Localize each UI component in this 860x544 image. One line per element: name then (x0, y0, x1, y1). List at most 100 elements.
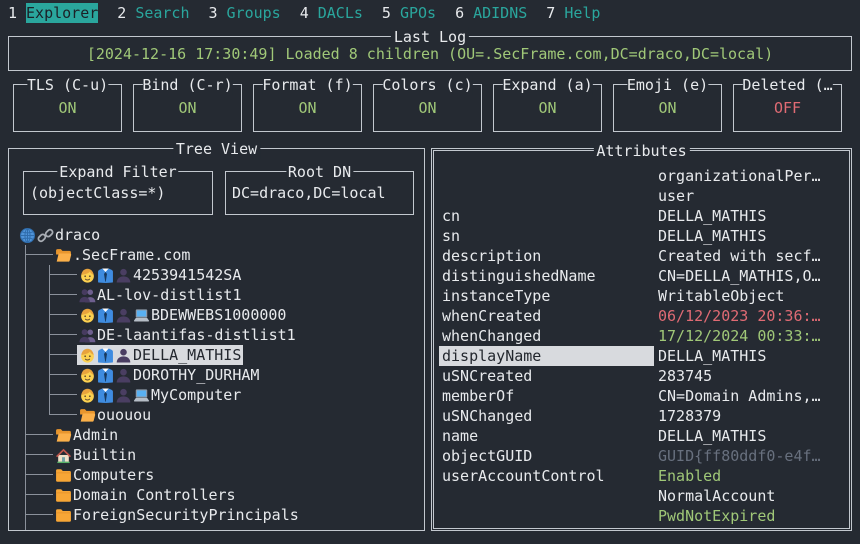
tree-node-mycomputer[interactable]: MyComputer (77, 385, 243, 405)
toggle-label: Emoji (e) (627, 75, 708, 95)
attribute-row-description[interactable]: descriptionCreated with secf… (437, 246, 846, 266)
tree-node-bdewwebs1000000[interactable]: BDEWWEBS1000000 (77, 305, 288, 325)
menu-item-search[interactable]: 2Search (117, 3, 189, 23)
attribute-key: instanceType (439, 286, 654, 306)
menu-bar: 1Explorer 2Search 3Groups 4DACLs 5GPOs 6ADIDN… (8, 3, 600, 23)
tree-node-dorothy-durham[interactable]: DOROTHY_DURHAM (77, 365, 261, 385)
attribute-value: DELLA_MATHIS (658, 426, 844, 446)
attribute-key: description (439, 246, 654, 266)
link-icon (37, 227, 54, 244)
tree-node-domain-controllers[interactable]: Domain Controllers (53, 485, 238, 505)
attribute-row-displayname[interactable]: displayNameDELLA_MATHIS (437, 346, 846, 366)
tree-node-label: ououou (97, 405, 151, 425)
tree-branch-line (25, 245, 26, 530)
toggle-deleted[interactable]: Deleted (…OFF (733, 84, 842, 132)
toggle-state: ON (614, 98, 721, 118)
tree-node-admin[interactable]: Admin (53, 425, 120, 445)
person-icon (79, 267, 96, 284)
toggle-expand[interactable]: Expand (a)ON (493, 84, 602, 132)
attribute-row-cn[interactable]: cnDELLA_MATHIS (437, 206, 846, 226)
menu-item-number: 2 (117, 3, 126, 23)
toggle-format[interactable]: Format (f)ON (253, 84, 362, 132)
attribute-key: whenCreated (439, 306, 654, 326)
tree-branch-line (49, 394, 77, 395)
root-dn-input[interactable]: Root DN DC=draco,DC=local (225, 171, 414, 215)
toggle-label: TLS (C-u) (27, 75, 108, 95)
tree-node-4253941542sa[interactable]: 4253941542SA (77, 265, 243, 285)
necktie-icon (97, 307, 114, 324)
attribute-row-value-0[interactable]: organizationalPer… (437, 166, 846, 186)
tree-node-content: .SecFrame.com (53, 245, 192, 265)
tree-node-della-mathis[interactable]: DELLA_MATHIS (77, 345, 243, 365)
attribute-row-whencreated[interactable]: whenCreated06/12/2023 20:36:… (437, 306, 846, 326)
folder-open-icon (55, 427, 72, 444)
expand-filter-input[interactable]: Expand Filter (objectClass=*) (23, 171, 213, 215)
tree-view-title: Tree View (173, 139, 260, 159)
tree-node-content: DE-laantifas-distlist1 (77, 325, 298, 345)
tree-node-draco[interactable]: draco (17, 225, 102, 245)
attribute-row-useraccountcontrol[interactable]: userAccountControlEnabled (437, 466, 846, 486)
toggle-label: Expand (a) (502, 75, 592, 95)
attribute-value: organizationalPer… (658, 166, 844, 186)
tree-node-de-laantifas-distlist1[interactable]: DE-laantifas-distlist1 (77, 325, 298, 345)
attribute-row-usncreated[interactable]: uSNCreated283745 (437, 366, 846, 386)
attribute-row-instancetype[interactable]: instanceTypeWritableObject (437, 286, 846, 306)
tree-node-computers[interactable]: Computers (53, 465, 156, 485)
menu-item-groups[interactable]: 3Groups (209, 3, 281, 23)
tree-node-secframe-com[interactable]: .SecFrame.com (53, 245, 192, 265)
attribute-key: sn (439, 226, 654, 246)
tree-branch-line (49, 334, 77, 335)
attribute-value: GUID{ff80ddf0-e4f… (658, 446, 844, 466)
laptop-icon (133, 387, 150, 404)
tree-node-content: DELLA_MATHIS (77, 345, 243, 365)
tree-branch-line (49, 265, 50, 415)
attribute-row-distinguishedname[interactable]: distinguishedNameCN=DELLA_MATHIS,O… (437, 266, 846, 286)
tree-node-content: Computers (53, 465, 156, 485)
attributes-title: Attributes (593, 141, 689, 161)
attribute-row-objectguid[interactable]: objectGUIDGUID{ff80ddf0-e4f… (437, 446, 846, 466)
tree-node-al-lov-distlist1[interactable]: AL-lov-distlist1 (77, 285, 244, 305)
menu-item-label: Groups (227, 3, 281, 23)
attribute-value: PwdNotExpired (658, 506, 844, 526)
attribute-row-sn[interactable]: snDELLA_MATHIS (437, 226, 846, 246)
bust-icon (115, 307, 132, 324)
menu-item-adidns[interactable]: 6ADIDNS (455, 3, 527, 23)
attribute-key (439, 186, 654, 206)
tree-node-label: Admin (73, 425, 118, 445)
tree-branch-line (25, 514, 53, 515)
attribute-row-usnchanged[interactable]: uSNChanged1728379 (437, 406, 846, 426)
toggle-tls[interactable]: TLS (C-u)ON (13, 84, 122, 132)
attribute-row-whenchanged[interactable]: whenChanged17/12/2024 00:33:… (437, 326, 846, 346)
menu-item-gpos[interactable]: 5GPOs (382, 3, 436, 23)
attribute-row-value-1[interactable]: user (437, 186, 846, 206)
attribute-key: memberOf (439, 386, 654, 406)
toggle-colors[interactable]: Colors (c)ON (373, 84, 482, 132)
tree-node-builtin[interactable]: Builtin (53, 445, 138, 465)
attribute-value: Created with secf… (658, 246, 844, 266)
tree-node-ououou[interactable]: ououou (77, 405, 153, 425)
attribute-row-value-16[interactable]: NormalAccount (437, 486, 846, 506)
tree-node-content: ououou (77, 405, 153, 425)
menu-item-explorer[interactable]: 1Explorer (8, 3, 98, 23)
tree-branch-line (25, 474, 53, 475)
tree-branch-line (25, 494, 53, 495)
attribute-value: 1728379 (658, 406, 844, 426)
toggle-state: ON (254, 98, 361, 118)
toggle-emoji[interactable]: Emoji (e)ON (613, 84, 722, 132)
attribute-row-name[interactable]: nameDELLA_MATHIS (437, 426, 846, 446)
attribute-value: WritableObject (658, 286, 844, 306)
attribute-key: objectGUID (439, 446, 654, 466)
attribute-key: uSNChanged (439, 406, 654, 426)
toggle-bind[interactable]: Bind (C-r)ON (133, 84, 242, 132)
attribute-row-value-17[interactable]: PwdNotExpired (437, 506, 846, 526)
menu-item-label: ADIDNS (473, 3, 527, 23)
tree-node-label: AL-lov-distlist1 (97, 285, 242, 305)
toggle-label: Format (f) (262, 75, 352, 95)
tree-branch-line (49, 314, 77, 315)
menu-item-help[interactable]: 7Help (546, 3, 600, 23)
menu-item-dacls[interactable]: 4DACLs (300, 3, 363, 23)
tree-node-content: ForeignSecurityPrincipals (53, 505, 301, 525)
attribute-row-memberof[interactable]: memberOfCN=Domain Admins,… (437, 386, 846, 406)
tree-node-foreignsecurityprincipals[interactable]: ForeignSecurityPrincipals (53, 505, 301, 525)
tree-branch-line (25, 454, 53, 455)
